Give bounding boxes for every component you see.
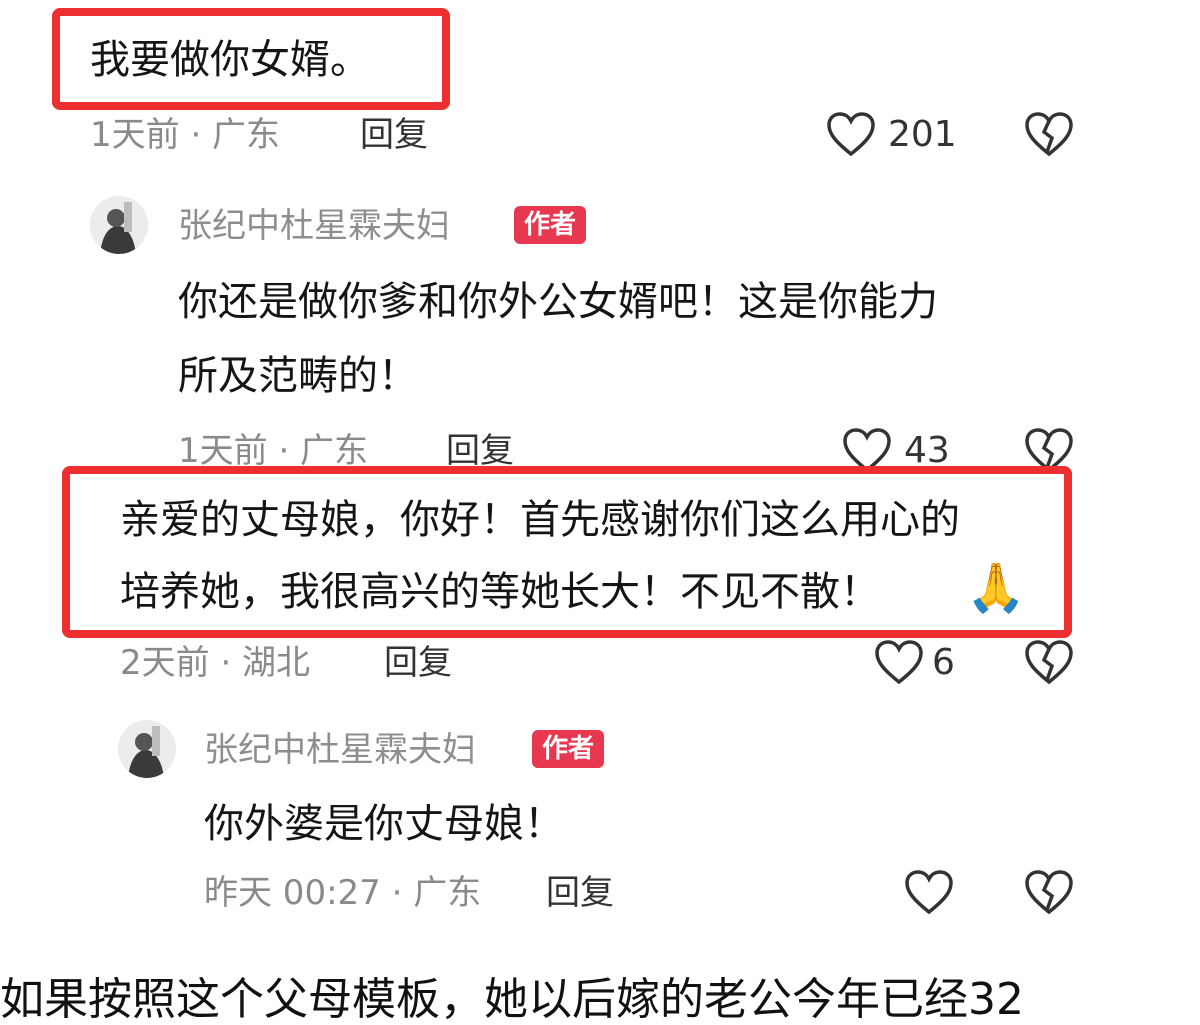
author-badge: 作者 <box>532 730 605 768</box>
comment-4-author-name[interactable]: 张纪中杜星霖夫妇 <box>204 732 476 768</box>
comment-1-reply-button[interactable]: 回复 <box>360 118 428 152</box>
comment-1-time: 1天前 · 广东 <box>90 115 281 155</box>
heart-icon[interactable] <box>904 870 954 916</box>
avatar-image-icon <box>90 196 148 254</box>
author-badge: 作者 <box>514 206 587 244</box>
avatar[interactable] <box>118 720 176 778</box>
comment-3-like-count: 6 <box>932 642 955 683</box>
comment-3-time: 2天前 · 湖北 <box>120 643 311 683</box>
comment-2-reply-button[interactable]: 回复 <box>446 434 514 468</box>
dislike-heart-icon[interactable] <box>1024 112 1074 158</box>
pray-emoji: 🙏 <box>966 560 1026 616</box>
dislike-heart-icon[interactable] <box>1024 870 1074 916</box>
comment-1-text: 我要做你女婿。 <box>90 37 370 83</box>
comment-1-like-count: 201 <box>888 114 957 155</box>
dislike-heart-icon[interactable] <box>1024 640 1074 686</box>
comment-4-reply-button[interactable]: 回复 <box>546 876 614 910</box>
avatar[interactable] <box>90 196 148 254</box>
comment-3-text-line-2: 培养她，我很高兴的等她长大！不见不散！ <box>120 569 880 615</box>
article-caption-text: 如果按照这个父母模板，她以后嫁的老公今年已经32 <box>0 974 1024 1025</box>
heart-icon[interactable] <box>874 640 924 686</box>
comment-2-text-line-2: 所及范畴的！ <box>178 353 418 399</box>
heart-icon[interactable] <box>826 112 876 158</box>
comment-2-author-name[interactable]: 张纪中杜星霖夫妇 <box>178 208 450 244</box>
comment-4-time: 昨天 00:27 · 广东 <box>204 873 482 913</box>
comment-2-text-line-1: 你还是做你爹和你外公女婿吧！这是你能力 <box>178 279 938 325</box>
comment-3-text-line-1: 亲爱的丈母娘，你好！首先感谢你们这么用心的 <box>120 497 960 543</box>
comment-2-like-count: 43 <box>904 430 950 471</box>
comment-3-reply-button[interactable]: 回复 <box>384 646 452 680</box>
comment-4-text: 你外婆是你丈母娘！ <box>204 801 564 847</box>
avatar-image-icon <box>118 720 176 778</box>
comment-2-time: 1天前 · 广东 <box>178 431 369 471</box>
